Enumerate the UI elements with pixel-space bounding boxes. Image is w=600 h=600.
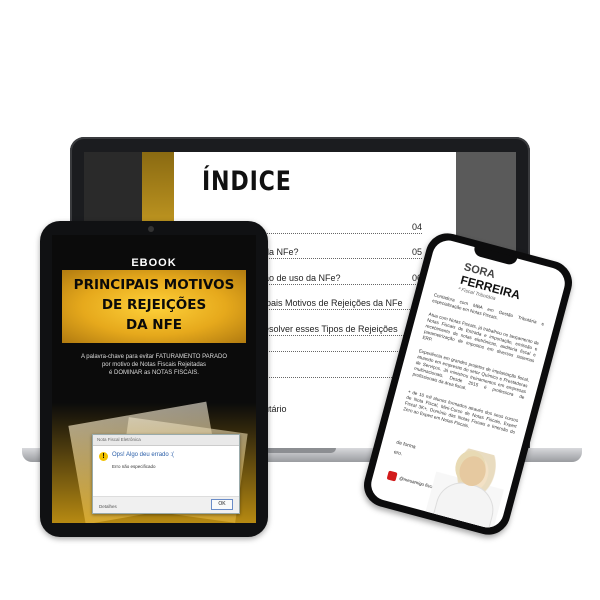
toc-label: ão de uso da NFe? [264,273,341,283]
tablet-camera [148,226,154,232]
title-banner: PRINCIPAIS MOTIVOS DE REJEIÇÕES DA NFE [62,270,246,343]
ebook-label: EBOOK [131,257,177,269]
warning-icon: ! [99,452,108,461]
toc-label: da NFe? [264,247,299,257]
title-line-1: PRINCIPAIS MOTIVOS [73,277,235,293]
signature-line: ero. [393,449,403,458]
toc-page: 05 [411,247,422,257]
details-toggle[interactable]: Detalhes [99,504,117,509]
subtitle-line: A palavra-chave para evitar FATURAMENTO … [80,354,228,360]
signature-line: de forma [395,439,417,451]
tablet: EBOOK PRINCIPAIS MOTIVOS DE REJEIÇÕES DA… [40,221,268,537]
toc-row: ão de uso da NFe? 06 [264,273,422,285]
dialog-footer: Detalhes OK [93,496,239,513]
toc-label: esolver esses Tipos de Rejeições [264,324,398,334]
index-title: ÍNDICE [202,166,292,197]
title-line-3: DA NFE [125,317,183,333]
tablet-screen: EBOOK PRINCIPAIS MOTIVOS DE REJEIÇÕES DA… [52,235,256,523]
youtube-icon [386,470,398,482]
dialog-message: Ops! Algo deu errado :( [112,452,175,458]
social-handle: @meuamigo fiscal [398,475,436,490]
toc-label: ipais Motivos de Rejeições da NFe [264,298,403,308]
subtitle-line: por motivo de Notas Fiscais Rejeitadas [101,362,207,368]
laptop-notch [264,448,336,453]
subtitle: A palavra-chave para evitar FATURAMENTO … [62,353,246,377]
toc-row: 04 [264,222,422,234]
toc-page: 04 [411,222,422,232]
error-dialog: Nota Fiscal Eletrônica ! Ops! Algo deu e… [92,434,240,514]
ok-button[interactable]: OK [211,499,233,510]
title-line-2: DE REJEIÇÕES [101,297,207,313]
subtitle-line: é DOMINAR as NOTAS FISCAIS. [109,370,199,376]
dialog-sub-message: Erro não especificado [112,464,156,469]
toc-row: da NFe? 05 [264,247,422,259]
dialog-title: Nota Fiscal Eletrônica [93,435,239,446]
